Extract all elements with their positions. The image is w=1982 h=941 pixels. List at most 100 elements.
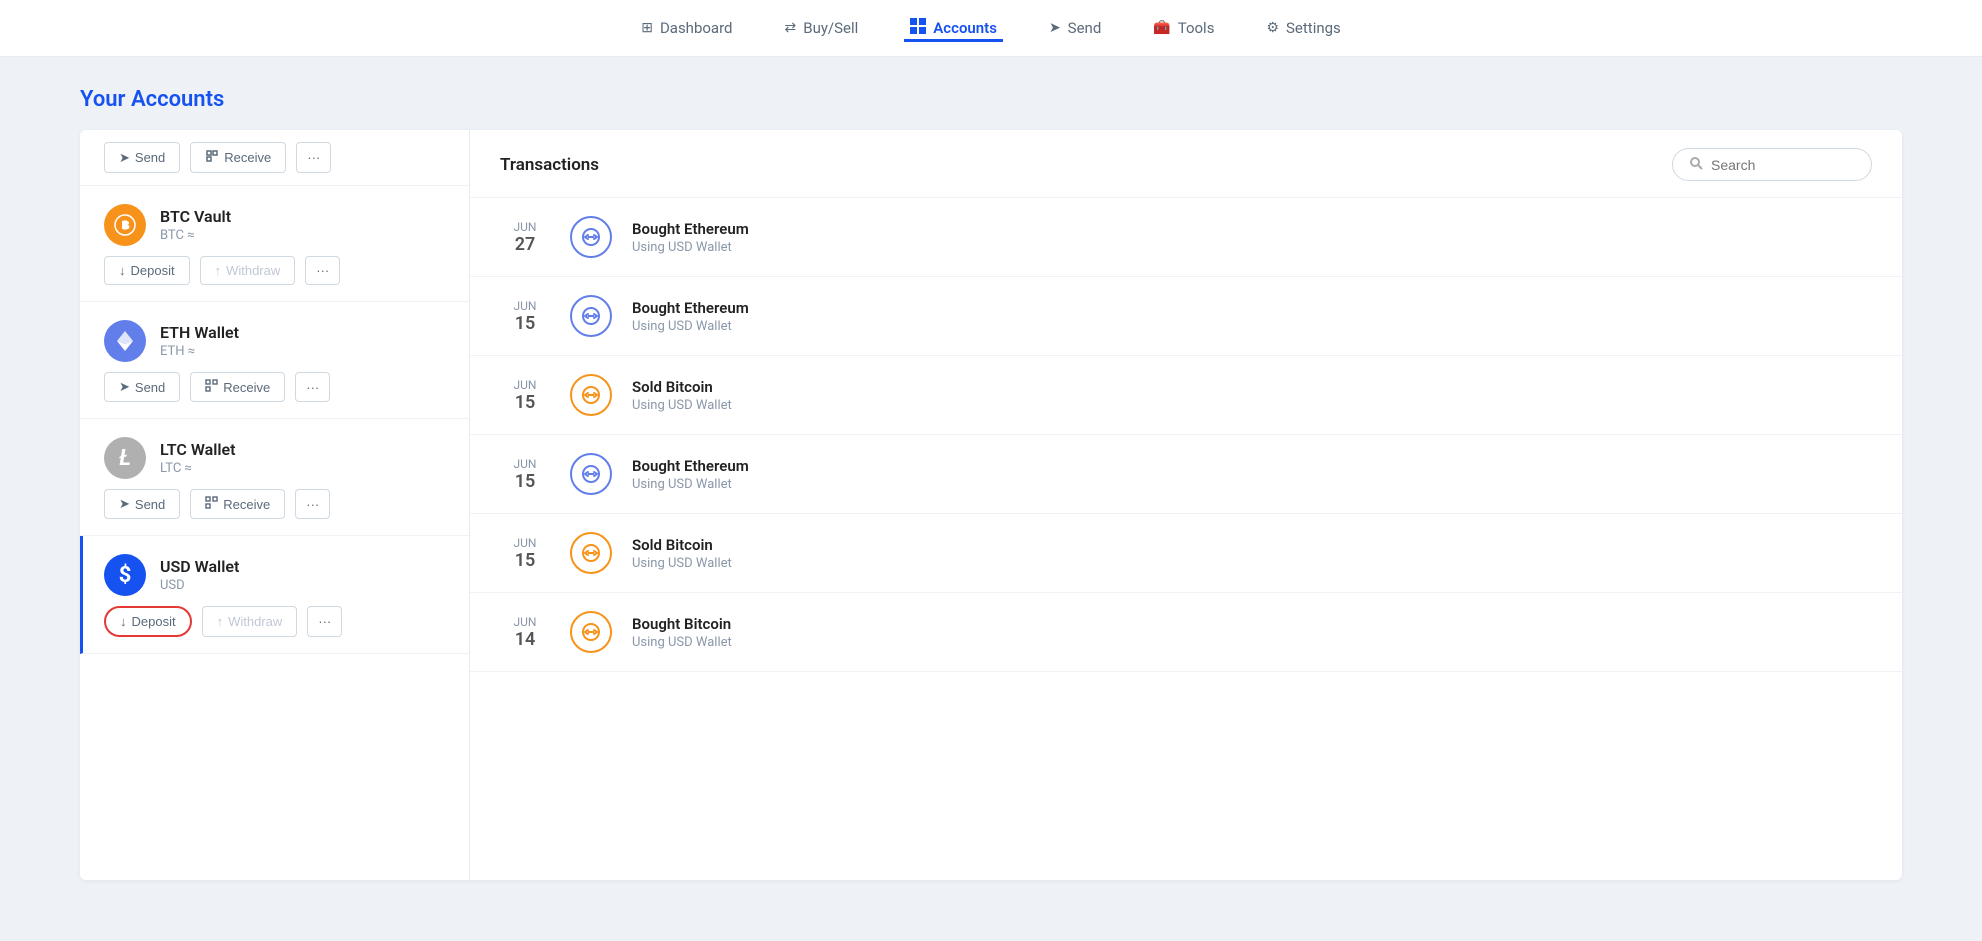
tx-icon-2 — [570, 374, 612, 416]
eth-wallet-name: ETH Wallet — [160, 323, 239, 342]
tx-sub: Using USD Wallet — [632, 398, 1872, 413]
tx-info-3: Bought Ethereum Using USD Wallet — [632, 457, 1872, 492]
btc-more-icon: ··· — [316, 263, 329, 278]
nav-item-buysell[interactable]: ⇄ Buy/Sell — [778, 15, 864, 41]
ltc-send-icon: ➤ — [119, 496, 130, 512]
tx-month: JUN — [500, 378, 550, 392]
content-card: ➤ Send Receive ··· — [80, 130, 1902, 880]
nav-label-tools: Tools — [1178, 19, 1215, 37]
ltc-receive-icon — [205, 496, 218, 512]
account-item-ltc: Ł LTC Wallet LTC ≈ ➤ Send — [80, 419, 469, 536]
btc-deposit-button[interactable]: ↓ Deposit — [104, 256, 190, 285]
accounts-panel: ➤ Send Receive ··· — [80, 130, 470, 880]
tx-month: JUN — [500, 457, 550, 471]
usd-more-icon: ··· — [318, 614, 331, 629]
nav-item-dashboard[interactable]: ⊞ Dashboard — [635, 15, 738, 41]
ltc-wallet-actions: ➤ Send Receive ··· — [104, 489, 445, 519]
btc-vault-balance: BTC ≈ — [160, 228, 231, 243]
tx-info-5: Bought Bitcoin Using USD Wallet — [632, 615, 1872, 650]
eth-receive-icon — [205, 379, 218, 395]
transaction-row: JUN 27 Bought Ethereum Using USD Wallet — [470, 198, 1902, 277]
nav-label-accounts: Accounts — [933, 19, 997, 37]
ltc-receive-button[interactable]: Receive — [190, 489, 285, 519]
top-actions-row: ➤ Send Receive ··· — [80, 130, 469, 186]
eth-more-button[interactable]: ··· — [295, 372, 330, 402]
tx-month: JUN — [500, 536, 550, 550]
eth-more-icon: ··· — [306, 380, 319, 395]
eth-logo — [104, 320, 146, 362]
account-header-eth: ETH Wallet ETH ≈ — [104, 320, 445, 362]
main-nav: ⊞ Dashboard ⇄ Buy/Sell Accounts ➤ Send 🧰… — [0, 0, 1982, 57]
tx-name: Bought Ethereum — [632, 457, 1872, 475]
search-icon — [1689, 155, 1703, 174]
tx-month: JUN — [500, 615, 550, 629]
transaction-row: JUN 14 Bought Bitcoin Using USD Wallet — [470, 593, 1902, 672]
dashboard-icon: ⊞ — [641, 20, 653, 36]
nav-label-buysell: Buy/Sell — [803, 19, 858, 37]
tx-icon-4 — [570, 532, 612, 574]
transactions-header: Transactions — [470, 130, 1902, 198]
nav-label-dashboard: Dashboard — [660, 19, 733, 37]
eth-receive-button[interactable]: Receive — [190, 372, 285, 402]
usd-wallet-name: USD Wallet — [160, 557, 239, 576]
usd-wallet-balance: USD — [160, 578, 239, 593]
accounts-icon — [910, 18, 926, 38]
usd-more-button[interactable]: ··· — [307, 606, 342, 637]
ltc-wallet-name: LTC Wallet — [160, 440, 236, 459]
tx-info-1: Bought Ethereum Using USD Wallet — [632, 299, 1872, 334]
tx-name: Bought Bitcoin — [632, 615, 1872, 633]
search-input[interactable] — [1711, 157, 1855, 173]
transaction-row: JUN 15 Bought Ethereum Using USD Wallet — [470, 277, 1902, 356]
top-receive-button[interactable]: Receive — [190, 142, 286, 173]
account-item-usd: $ USD Wallet USD ↓ Deposit ↑ Withdraw — [80, 536, 469, 654]
transaction-list: JUN 27 Bought Ethereum Using USD Wallet … — [470, 198, 1902, 672]
top-send-button[interactable]: ➤ Send — [104, 142, 180, 173]
btc-vault-name: BTC Vault — [160, 207, 231, 226]
nav-item-settings[interactable]: ⚙ Settings — [1260, 15, 1346, 41]
tx-month: JUN — [500, 220, 550, 234]
tx-date-5: JUN 14 — [500, 615, 550, 650]
btc-vault-actions: ↓ Deposit ↑ Withdraw ··· — [104, 256, 445, 285]
tx-info-4: Sold Bitcoin Using USD Wallet — [632, 536, 1872, 571]
ltc-wallet-balance: LTC ≈ — [160, 461, 236, 476]
top-more-button[interactable]: ··· — [296, 142, 331, 173]
ltc-more-button[interactable]: ··· — [295, 489, 330, 519]
nav-item-accounts[interactable]: Accounts — [904, 14, 1003, 42]
tx-info-2: Sold Bitcoin Using USD Wallet — [632, 378, 1872, 413]
page-title: Your Accounts — [80, 87, 1902, 112]
usd-deposit-button[interactable]: ↓ Deposit — [104, 606, 192, 637]
tools-icon: 🧰 — [1153, 20, 1170, 36]
btc-more-button[interactable]: ··· — [305, 256, 340, 285]
ltc-more-icon: ··· — [306, 497, 319, 512]
eth-send-icon: ➤ — [119, 379, 130, 395]
nav-item-tools[interactable]: 🧰 Tools — [1147, 15, 1220, 41]
nav-label-settings: Settings — [1286, 19, 1341, 37]
search-box[interactable] — [1672, 148, 1872, 181]
tx-name: Sold Bitcoin — [632, 378, 1872, 396]
transactions-title: Transactions — [500, 155, 599, 175]
btc-withdraw-button[interactable]: ↑ Withdraw — [200, 256, 296, 285]
usd-withdraw-button[interactable]: ↑ Withdraw — [202, 606, 298, 637]
tx-day: 14 — [500, 629, 550, 650]
tx-name: Bought Ethereum — [632, 220, 1872, 238]
account-header-ltc: Ł LTC Wallet LTC ≈ — [104, 437, 445, 479]
main-container: Your Accounts ➤ Send Receive ··· — [0, 57, 1982, 941]
send-icon: ➤ — [1049, 20, 1061, 36]
tx-date-0: JUN 27 — [500, 220, 550, 255]
tx-month: JUN — [500, 299, 550, 313]
tx-day: 15 — [500, 550, 550, 571]
tx-icon-5 — [570, 611, 612, 653]
tx-sub: Using USD Wallet — [632, 556, 1872, 571]
nav-label-send: Send — [1068, 19, 1102, 37]
nav-item-send[interactable]: ➤ Send — [1043, 15, 1107, 41]
tx-day: 15 — [500, 392, 550, 413]
tx-sub: Using USD Wallet — [632, 477, 1872, 492]
tx-date-3: JUN 15 — [500, 457, 550, 492]
tx-sub: Using USD Wallet — [632, 240, 1872, 255]
account-header-usd: $ USD Wallet USD — [104, 554, 445, 596]
usd-deposit-icon: ↓ — [120, 614, 127, 629]
ltc-send-button[interactable]: ➤ Send — [104, 489, 180, 519]
account-item-btc: BTC Vault BTC ≈ ↓ Deposit ↑ Withdraw ··· — [80, 186, 469, 302]
tx-sub: Using USD Wallet — [632, 635, 1872, 650]
eth-send-button[interactable]: ➤ Send — [104, 372, 180, 402]
